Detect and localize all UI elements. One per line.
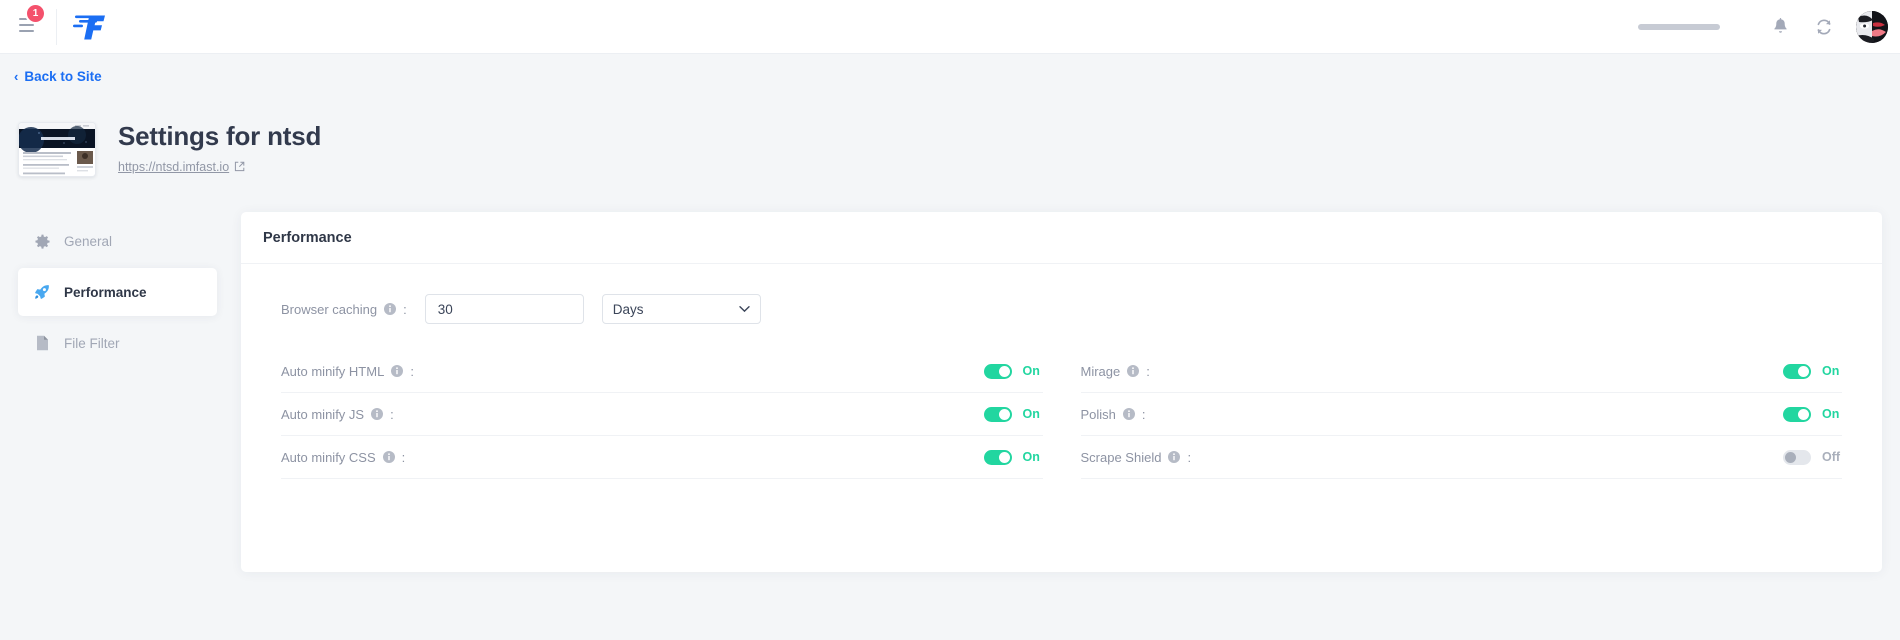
topbar-right-group	[1638, 5, 1900, 49]
sidebar-item-label: General	[64, 233, 113, 249]
info-icon[interactable]	[1122, 408, 1135, 420]
sidebar-item-label: Performance	[64, 284, 147, 300]
chevron-left-icon: ‹	[14, 69, 19, 84]
label-colon: :	[1146, 363, 1150, 379]
notifications-button[interactable]	[1758, 5, 1802, 49]
menu-toggle-button[interactable]: 1	[0, 0, 56, 54]
main-layout: General Performance File Filter Performa…	[0, 188, 1900, 572]
info-icon[interactable]	[391, 365, 404, 377]
info-icon[interactable]	[1127, 365, 1140, 377]
label-colon: :	[1187, 449, 1192, 465]
back-row: ‹ Back to Site	[0, 54, 1900, 96]
polish-toggle[interactable]	[1783, 406, 1811, 422]
site-url-label: https://ntsd.imfast.io	[118, 159, 230, 174]
row-control: On	[1783, 363, 1842, 379]
auto-minify-css-toggle[interactable]	[983, 449, 1012, 465]
avatar[interactable]	[1856, 10, 1888, 43]
auto-minify-css-state: On	[1022, 450, 1040, 464]
browser-caching-unit-wrap: SecondsMinutesHoursDaysMonthsYears	[601, 294, 761, 324]
sidebar-item-file-filter[interactable]: File Filter	[18, 320, 217, 366]
site-url-link[interactable]: https://ntsd.imfast.io	[118, 160, 245, 174]
performance-panel: Performance Browser caching : SecondsMin…	[241, 212, 1882, 572]
settings-sidebar: General Performance File Filter	[0, 212, 217, 370]
row-label: Mirage :	[1081, 364, 1150, 379]
external-link-icon	[235, 161, 245, 172]
toggle-row-auto-minify-css: Auto minify CSS : On	[281, 436, 1043, 479]
info-icon[interactable]	[371, 408, 384, 420]
label-colon: :	[401, 449, 406, 465]
site-header: Settings for ntsd https://ntsd.imfast.io	[0, 96, 1900, 188]
site-thumbnail-image	[19, 122, 95, 176]
back-to-site-link[interactable]: ‹ Back to Site	[14, 69, 102, 84]
site-thumbnail[interactable]	[18, 121, 96, 177]
row-control: Off	[1783, 449, 1842, 465]
page-title: Settings for ntsd	[118, 121, 322, 152]
toggle-row-polish: Polish : On	[1080, 393, 1842, 436]
panel-title: Performance	[241, 212, 1882, 264]
gear-icon	[34, 234, 50, 249]
sidebar-item-general[interactable]: General	[18, 218, 217, 264]
browser-caching-label-text: Browser caching	[281, 301, 378, 317]
info-icon[interactable]	[382, 451, 395, 463]
mirage-state: On	[1822, 364, 1840, 378]
row-label: Auto minify HTML :	[281, 364, 414, 379]
browser-caching-label: Browser caching :	[281, 302, 407, 317]
row-control: On	[983, 449, 1043, 465]
user-avatar-image	[1856, 10, 1888, 43]
file-icon	[34, 335, 50, 351]
sidebar-item-label: File Filter	[64, 335, 120, 351]
scrape-shield-toggle[interactable]	[1783, 449, 1811, 465]
row-label-text: Auto minify JS	[281, 406, 365, 422]
row-label-text: Polish	[1080, 406, 1116, 422]
toggle-row-auto-minify-js: Auto minify JS : On	[281, 393, 1043, 436]
row-control: On	[1783, 406, 1842, 422]
row-label-text: Mirage	[1080, 363, 1121, 379]
logo-icon	[73, 15, 105, 39]
refresh-icon	[1817, 18, 1831, 35]
row-label-text: Auto minify HTML	[281, 363, 385, 379]
scrape-shield-state: Off	[1822, 450, 1841, 464]
search-input[interactable]	[1638, 23, 1720, 30]
back-to-site-label: Back to Site	[24, 69, 102, 84]
label-colon: :	[1141, 406, 1146, 422]
toggle-row-scrape-shield: Scrape Shield : Off	[1080, 436, 1842, 479]
toggle-row-auto-minify-html: Auto minify HTML : On	[281, 350, 1043, 393]
panel-body: Browser caching : SecondsMinutesHoursDay…	[241, 264, 1882, 519]
label-colon: :	[390, 406, 394, 422]
topbar-divider	[56, 8, 57, 45]
top-navigation-bar: 1	[0, 0, 1900, 54]
rocket-icon	[34, 284, 50, 300]
notification-badge: 1	[27, 4, 44, 22]
info-icon[interactable]	[384, 303, 397, 315]
toggle-column-right: Mirage : On Polish: On Scrape Shield: …	[1080, 350, 1842, 479]
row-label: Auto minify CSS :	[281, 450, 405, 465]
refresh-button[interactable]	[1802, 5, 1846, 49]
row-label: Scrape Shield :	[1081, 450, 1192, 465]
sidebar-item-performance[interactable]: Performance	[18, 268, 217, 316]
auto-minify-html-state: On	[1022, 364, 1040, 378]
auto-minify-js-state: On	[1022, 407, 1040, 421]
site-meta: Settings for ntsd https://ntsd.imfast.io	[118, 122, 321, 176]
imfast-logo[interactable]	[71, 12, 109, 42]
row-control: On	[983, 363, 1043, 379]
browser-caching-row: Browser caching : SecondsMinutesHoursDay…	[281, 294, 1842, 324]
info-icon[interactable]	[1168, 451, 1181, 463]
mirage-toggle[interactable]	[1783, 363, 1811, 379]
label-colon: :	[403, 301, 407, 317]
label-colon: :	[410, 363, 414, 379]
toggle-grid: Auto minify HTML : On Auto minify JS: O…	[281, 350, 1842, 479]
toggle-column-left: Auto minify HTML : On Auto minify JS: O…	[281, 350, 1043, 479]
bell-icon	[1773, 17, 1787, 33]
row-control: On	[983, 406, 1043, 422]
browser-caching-unit-select[interactable]: SecondsMinutesHoursDaysMonthsYears	[601, 294, 761, 324]
row-label-text: Scrape Shield	[1080, 449, 1162, 465]
toggle-row-mirage: Mirage : On	[1080, 350, 1842, 393]
row-label: Polish :	[1081, 407, 1146, 422]
browser-caching-input[interactable]	[424, 294, 584, 324]
auto-minify-html-toggle[interactable]	[983, 363, 1012, 379]
row-label: Auto minify JS :	[281, 407, 394, 422]
polish-state: On	[1822, 407, 1840, 421]
row-label-text: Auto minify CSS	[281, 449, 376, 465]
auto-minify-js-toggle[interactable]	[983, 406, 1012, 422]
